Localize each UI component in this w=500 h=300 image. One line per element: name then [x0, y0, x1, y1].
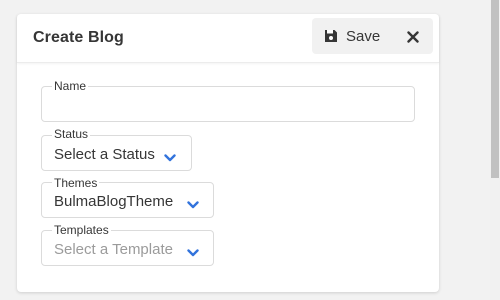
scrollbar-thumb[interactable] — [491, 0, 499, 178]
chevron-down-icon — [187, 196, 199, 209]
close-button[interactable] — [399, 18, 433, 54]
header-actions: Save — [312, 18, 433, 54]
name-label: Name — [52, 79, 89, 93]
create-blog-dialog: Create Blog Save Name Select a Status St… — [17, 14, 439, 292]
templates-label: Templates — [52, 223, 111, 237]
page: Create Blog Save Name Select a Status St… — [0, 0, 500, 300]
templates-select-value: Select a Template — [54, 241, 173, 258]
chevron-down-icon — [164, 149, 176, 162]
close-icon — [407, 30, 419, 43]
dialog-header: Create Blog Save — [17, 14, 439, 63]
themes-label: Themes — [52, 176, 100, 190]
status-label: Status — [52, 127, 91, 141]
status-select-value: Select a Status — [54, 146, 155, 163]
themes-select-value: BulmaBlogTheme — [54, 193, 174, 210]
save-label: Save — [346, 28, 381, 45]
dialog-title: Create Blog — [33, 29, 124, 46]
save-button[interactable]: Save — [312, 18, 388, 54]
name-input[interactable] — [41, 86, 415, 122]
chevron-down-icon — [187, 244, 199, 257]
scrollbar-track[interactable] — [490, 0, 500, 300]
floppy-disk-icon — [324, 29, 338, 43]
